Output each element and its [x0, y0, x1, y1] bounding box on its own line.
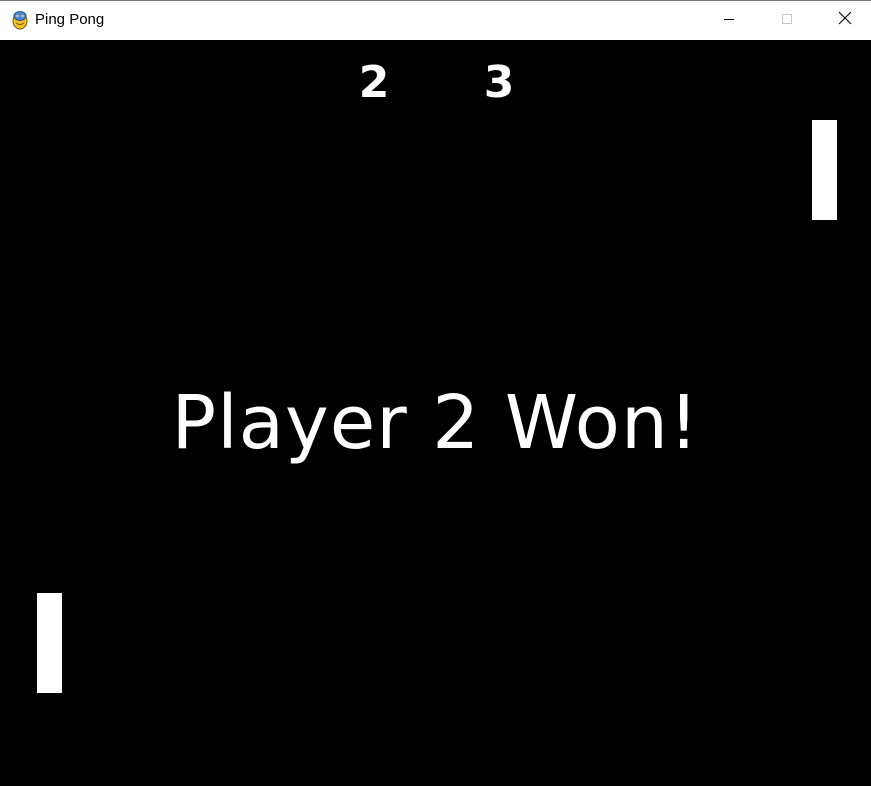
game-window: Ping Pong 2 3 Player 2 Won!: [0, 0, 871, 786]
winner-message: Player 2 Won!: [171, 380, 700, 466]
pygame-snake-icon: [10, 10, 30, 30]
minimize-icon: [723, 12, 735, 30]
player1-score: 2: [358, 57, 390, 108]
close-icon: [838, 11, 852, 30]
player2-score: 3: [483, 57, 515, 108]
close-button[interactable]: [816, 1, 871, 40]
minimize-button[interactable]: [700, 1, 758, 40]
window-title: Ping Pong: [35, 11, 105, 28]
title-bar[interactable]: Ping Pong: [0, 1, 871, 40]
maximize-icon: [781, 12, 793, 30]
left-paddle: [37, 593, 62, 693]
game-canvas[interactable]: 2 3 Player 2 Won!: [0, 40, 871, 786]
right-paddle: [812, 120, 837, 220]
maximize-button[interactable]: [758, 1, 816, 40]
